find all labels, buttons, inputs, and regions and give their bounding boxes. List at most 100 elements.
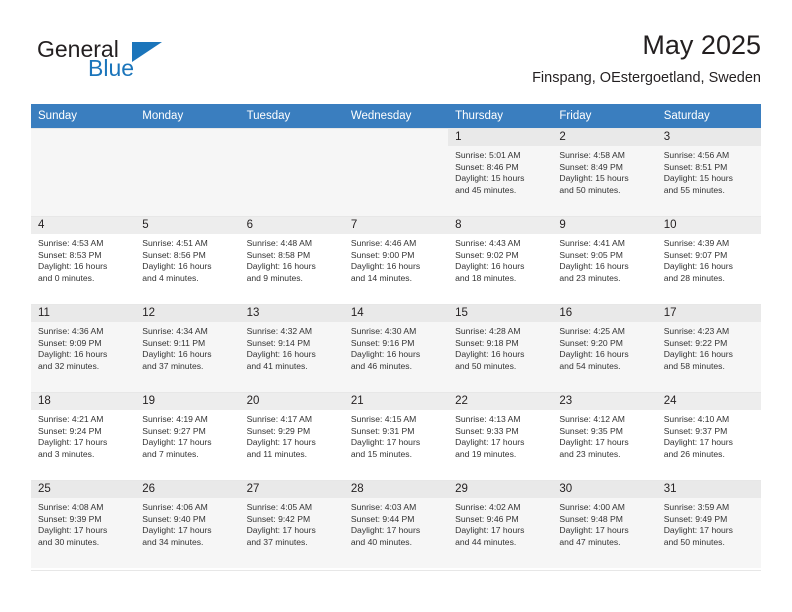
day-details: Sunrise: 4:36 AM Sunset: 9:09 PM Daylight:… xyxy=(31,322,135,372)
calendar-day-cell: 26 Sunrise: 4:06 AM Sunset: 9:40 PM Dayligh… xyxy=(135,480,240,568)
empty-day-cell xyxy=(343,128,449,216)
calendar-day-cell: 3 Sunrise: 4:56 AM Sunset: 8:51 PM Daylight… xyxy=(656,128,761,216)
day-details: Sunrise: 4:46 AM Sunset: 9:00 PM Daylight:… xyxy=(344,234,448,284)
day-cell[interactable]: 4 Sunrise: 4:53 AM Sunset: 8:53 PM Daylight… xyxy=(31,216,136,304)
sunrise-time: Sunrise: 4:13 AM xyxy=(455,414,521,424)
daylight-duration-line2: and 0 minutes. xyxy=(38,272,95,283)
calendar-day-cell: 5 Sunrise: 4:51 AM Sunset: 8:56 PM Daylight… xyxy=(135,216,240,304)
day-number: 27 xyxy=(239,481,344,498)
day-cell[interactable]: 26 Sunrise: 4:06 AM Sunset: 9:40 PM Dayligh… xyxy=(135,480,240,568)
sunrise-time: Sunrise: 4:15 AM xyxy=(350,414,417,424)
sunset-time: Sunset: 9:31 PM xyxy=(350,425,415,436)
sunrise-time: Sunrise: 4:21 AM xyxy=(38,414,104,424)
day-number: 20 xyxy=(239,393,344,410)
day-details: Sunrise: 5:01 AM Sunset: 8:46 PM Daylight:… xyxy=(448,146,552,196)
day-cell[interactable]: 18 Sunrise: 4:21 AM Sunset: 9:24 PM Dayligh… xyxy=(31,392,136,480)
daylight-duration-line1: Daylight: 17 hours xyxy=(142,525,212,536)
day-cell[interactable]: 15 Sunrise: 4:28 AM Sunset: 9:18 PM Dayligh… xyxy=(448,304,553,392)
day-cell[interactable]: 24 Sunrise: 4:10 AM Sunset: 9:37 PM Dayligh… xyxy=(656,392,761,480)
empty-day-cell xyxy=(135,128,240,216)
daylight-duration-line1: Daylight: 16 hours xyxy=(663,349,733,360)
daylight-duration-line1: Daylight: 16 hours xyxy=(142,261,212,272)
calendar-day-cell: 23 Sunrise: 4:12 AM Sunset: 9:35 PM Dayligh… xyxy=(552,392,657,480)
sunrise-time: Sunrise: 4:32 AM xyxy=(246,326,313,336)
sunrise-time: Sunrise: 4:17 AM xyxy=(246,414,313,424)
day-cell[interactable]: 29 Sunrise: 4:02 AM Sunset: 9:46 PM Dayligh… xyxy=(448,480,553,568)
calendar-day-cell: 30 Sunrise: 4:00 AM Sunset: 9:48 PM Dayligh… xyxy=(552,480,657,568)
day-details: Sunrise: 3:59 AM Sunset: 9:49 PM Daylight:… xyxy=(657,498,761,548)
day-cell[interactable]: 16 Sunrise: 4:25 AM Sunset: 9:20 PM Dayligh… xyxy=(552,304,657,392)
daylight-duration-line2: and 30 minutes. xyxy=(38,536,100,547)
sunset-time: Sunset: 8:46 PM xyxy=(455,161,519,172)
daylight-duration-line2: and 19 minutes. xyxy=(455,448,517,459)
day-cell[interactable]: 31 Sunrise: 3:59 AM Sunset: 9:49 PM Dayligh… xyxy=(656,480,761,568)
day-details: Sunrise: 4:06 AM Sunset: 9:40 PM Daylight:… xyxy=(135,498,239,548)
day-cell[interactable]: 9 Sunrise: 4:41 AM Sunset: 9:05 PM Daylight… xyxy=(552,216,657,304)
day-cell[interactable]: 2 Sunrise: 4:58 AM Sunset: 8:49 PM Daylight… xyxy=(552,128,657,216)
day-cell[interactable]: 3 Sunrise: 4:56 AM Sunset: 8:51 PM Daylight… xyxy=(656,128,761,216)
sunrise-time: Sunrise: 4:10 AM xyxy=(663,414,730,424)
daylight-duration-line1: Daylight: 17 hours xyxy=(142,437,212,448)
calendar-day-cell: 1 Sunrise: 5:01 AM Sunset: 8:46 PM Daylight… xyxy=(448,128,553,216)
day-cell[interactable]: 6 Sunrise: 4:48 AM Sunset: 8:58 PM Daylight… xyxy=(239,216,344,304)
sunset-time: Sunset: 9:29 PM xyxy=(246,425,311,436)
day-details: Sunrise: 4:00 AM Sunset: 9:48 PM Daylight:… xyxy=(552,498,656,548)
daylight-duration-line2: and 40 minutes. xyxy=(350,536,412,547)
calendar-header-row: Sunday Monday Tuesday Wednesday Thursday… xyxy=(31,104,761,128)
sunrise-time: Sunrise: 4:36 AM xyxy=(38,326,104,336)
day-cell[interactable]: 20 Sunrise: 4:17 AM Sunset: 9:29 PM Dayligh… xyxy=(239,392,344,480)
daylight-duration-line2: and 18 minutes. xyxy=(455,272,517,283)
day-cell[interactable]: 19 Sunrise: 4:19 AM Sunset: 9:27 PM Dayligh… xyxy=(135,392,240,480)
day-details: Sunrise: 4:19 AM Sunset: 9:27 PM Daylight:… xyxy=(135,410,239,460)
day-cell[interactable]: 23 Sunrise: 4:12 AM Sunset: 9:35 PM Dayligh… xyxy=(552,392,657,480)
brand-logo[interactable]: General Blue xyxy=(31,36,251,88)
day-details: Sunrise: 4:51 AM Sunset: 8:56 PM Daylight:… xyxy=(135,234,239,284)
daylight-duration-line2: and 50 minutes. xyxy=(559,184,621,195)
sunset-time: Sunset: 9:11 PM xyxy=(142,337,206,348)
daylight-duration-line2: and 54 minutes. xyxy=(559,360,621,371)
day-cell[interactable]: 13 Sunrise: 4:32 AM Sunset: 9:14 PM Dayligh… xyxy=(239,304,344,392)
day-cell[interactable]: 30 Sunrise: 4:00 AM Sunset: 9:48 PM Dayligh… xyxy=(552,480,657,568)
weekday-header-tuesday: Tuesday xyxy=(239,104,344,128)
day-cell[interactable]: 8 Sunrise: 4:43 AM Sunset: 9:02 PM Daylight… xyxy=(448,216,553,304)
sunset-time: Sunset: 9:49 PM xyxy=(663,513,728,524)
day-cell[interactable]: 21 Sunrise: 4:15 AM Sunset: 9:31 PM Dayligh… xyxy=(343,392,449,480)
calendar-day-cell: 25 Sunrise: 4:08 AM Sunset: 9:39 PM Dayligh… xyxy=(31,480,136,568)
day-details: Sunrise: 4:41 AM Sunset: 9:05 PM Daylight:… xyxy=(552,234,656,284)
page-header: General Blue May 2025 Finspang, OEstergo… xyxy=(31,28,761,100)
daylight-duration-line1: Daylight: 16 hours xyxy=(559,349,629,360)
sunrise-time: Sunrise: 4:19 AM xyxy=(142,414,208,424)
day-cell[interactable]: 7 Sunrise: 4:46 AM Sunset: 9:00 PM Daylight… xyxy=(343,216,449,304)
day-number: 30 xyxy=(552,481,657,498)
day-number: 24 xyxy=(656,393,761,410)
calendar-week-row: 1 Sunrise: 5:01 AM Sunset: 8:46 PM Daylight… xyxy=(31,128,761,216)
sunset-time: Sunset: 8:51 PM xyxy=(663,161,728,172)
calendar-day-cell: 21 Sunrise: 4:15 AM Sunset: 9:31 PM Dayligh… xyxy=(343,392,449,480)
day-cell[interactable]: 1 Sunrise: 5:01 AM Sunset: 8:46 PM Daylight… xyxy=(448,128,553,216)
day-number: 31 xyxy=(656,481,761,498)
day-cell[interactable]: 12 Sunrise: 4:34 AM Sunset: 9:11 PM Dayligh… xyxy=(135,304,240,392)
day-number: 15 xyxy=(448,305,553,322)
day-cell[interactable]: 28 Sunrise: 4:03 AM Sunset: 9:44 PM Dayligh… xyxy=(343,480,449,568)
day-details: Sunrise: 4:43 AM Sunset: 9:02 PM Daylight:… xyxy=(448,234,552,284)
calendar-day-cell: 22 Sunrise: 4:13 AM Sunset: 9:33 PM Dayligh… xyxy=(448,392,553,480)
calendar-day-cell: 16 Sunrise: 4:25 AM Sunset: 9:20 PM Dayligh… xyxy=(552,304,657,392)
day-cell[interactable]: 5 Sunrise: 4:51 AM Sunset: 8:56 PM Daylight… xyxy=(135,216,240,304)
day-cell[interactable]: 10 Sunrise: 4:39 AM Sunset: 9:07 PM Dayligh… xyxy=(656,216,761,304)
daylight-duration-line1: Daylight: 16 hours xyxy=(559,261,629,272)
day-cell[interactable]: 17 Sunrise: 4:23 AM Sunset: 9:22 PM Dayligh… xyxy=(656,304,761,392)
daylight-duration-line1: Daylight: 15 hours xyxy=(663,173,733,184)
sunset-time: Sunset: 9:09 PM xyxy=(38,337,102,348)
calendar-cell-empty xyxy=(239,128,344,216)
weekday-header-sunday: Sunday xyxy=(31,104,136,128)
day-cell[interactable]: 25 Sunrise: 4:08 AM Sunset: 9:39 PM Dayligh… xyxy=(31,480,136,568)
weekday-header-wednesday: Wednesday xyxy=(343,104,449,128)
sunset-time: Sunset: 9:02 PM xyxy=(455,249,519,260)
day-cell[interactable]: 11 Sunrise: 4:36 AM Sunset: 9:09 PM Dayligh… xyxy=(31,304,136,392)
day-details: Sunrise: 4:21 AM Sunset: 9:24 PM Daylight:… xyxy=(31,410,135,460)
day-cell[interactable]: 22 Sunrise: 4:13 AM Sunset: 9:33 PM Dayligh… xyxy=(448,392,553,480)
day-cell[interactable]: 14 Sunrise: 4:30 AM Sunset: 9:16 PM Dayligh… xyxy=(343,304,449,392)
daylight-duration-line1: Daylight: 16 hours xyxy=(246,261,316,272)
day-cell[interactable]: 27 Sunrise: 4:05 AM Sunset: 9:42 PM Dayligh… xyxy=(239,480,344,568)
day-number: 21 xyxy=(343,393,449,410)
